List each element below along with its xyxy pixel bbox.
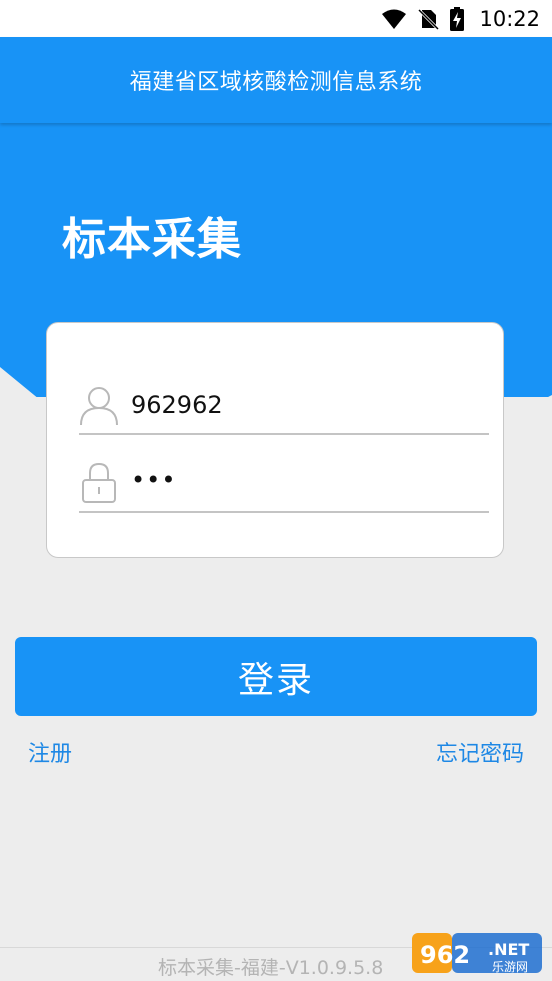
user-icon: [79, 383, 119, 427]
login-button[interactable]: 登录: [15, 637, 537, 716]
svg-text:962: 962: [420, 941, 470, 969]
register-link[interactable]: 注册: [28, 736, 72, 768]
no-sim-icon: [418, 8, 440, 30]
app-version: 标本采集-福建-V1.0.9.5.8: [158, 957, 384, 979]
page-title: 标本采集: [62, 214, 242, 265]
app-header: 福建省区域核酸检测信息系统: [0, 37, 552, 123]
forgot-password-link[interactable]: 忘记密码: [436, 736, 524, 768]
status-icons: 10:22: [381, 0, 540, 37]
site-watermark-logo: 962 .NET 乐游网: [412, 933, 542, 974]
svg-text:.NET: .NET: [488, 940, 529, 959]
lock-icon: [79, 461, 119, 505]
password-input[interactable]: •••: [131, 468, 176, 498]
header-title: 福建省区域核酸检测信息系统: [129, 70, 423, 95]
login-card: 962962 •••: [46, 322, 504, 558]
wifi-icon: [382, 9, 407, 29]
battery-charging-icon: [450, 6, 465, 31]
svg-text:乐游网: 乐游网: [492, 960, 528, 974]
username-field[interactable]: 962962: [79, 377, 489, 435]
status-bar: 10:22: [0, 0, 552, 37]
status-time: 10:22: [479, 6, 540, 31]
username-input[interactable]: 962962: [131, 391, 471, 419]
password-field[interactable]: •••: [79, 455, 489, 513]
